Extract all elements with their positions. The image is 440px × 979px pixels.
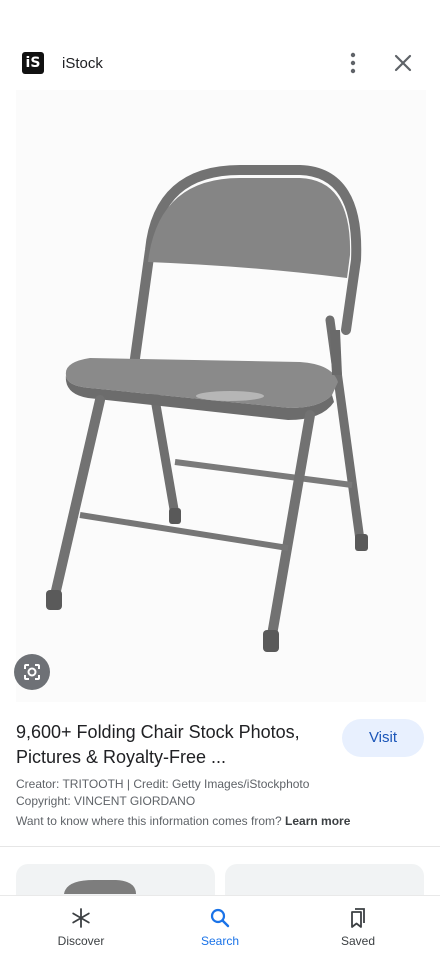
folding-chair-image [46,165,368,652]
nav-search-label: Search [200,934,240,948]
copyright-line: Copyright: VINCENT GIORDANO [16,794,196,808]
bookmarks-icon [351,908,365,928]
nav-search[interactable]: Search [175,906,265,948]
bottom-navigation: Discover Search Saved [0,895,440,979]
result-image[interactable] [0,90,440,702]
close-icon[interactable] [392,52,414,74]
info-source-line: Want to know where this information come… [16,814,350,828]
result-title[interactable]: 9,600+ Folding Chair Stock Photos, Pictu… [16,720,326,770]
istock-logo: iS [22,52,44,74]
more-options-icon[interactable] [343,50,363,76]
creator-credit-line: Creator: TRITOOTH | Credit: Getty Images… [16,777,310,791]
learn-more-link[interactable]: Learn more [285,814,350,828]
lens-search-icon[interactable] [14,654,50,690]
visit-button[interactable]: Visit [342,719,424,757]
nav-discover-label: Discover [57,934,105,948]
info-source-text: Want to know where this information come… [16,814,282,828]
site-name: iStock [62,55,103,72]
divider [0,846,440,847]
header-bar: iS iStock [0,36,440,90]
nav-saved-label: Saved [340,934,376,948]
asterisk-icon [72,908,90,928]
search-icon [210,908,230,928]
nav-discover[interactable]: Discover [36,906,126,948]
nav-saved[interactable]: Saved [313,906,403,948]
